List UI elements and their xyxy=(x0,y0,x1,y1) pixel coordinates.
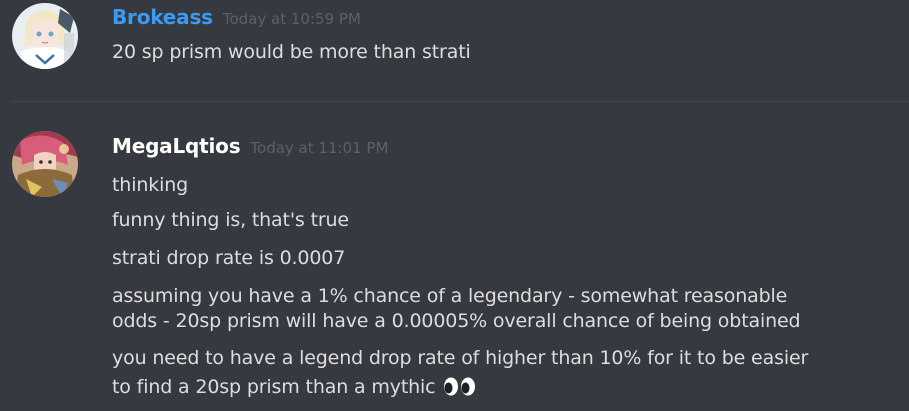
message-text: odds - 20sp prism will have a 0.00005% o… xyxy=(112,310,801,332)
message-header: Brokeass Today at 10:59 PM xyxy=(112,5,361,29)
message-text: to find a 20sp prism than a mythic xyxy=(112,376,436,398)
message-text: you need to have a legend drop rate of h… xyxy=(112,347,809,369)
username[interactable]: Brokeass xyxy=(112,5,213,29)
message-text: 20 sp prism would be more than strati xyxy=(112,41,471,63)
message-header: MegaLqtios Today at 11:01 PM xyxy=(112,134,388,158)
eyes-icon[interactable] xyxy=(443,377,477,396)
message-text: assuming you have a 1% chance of a legen… xyxy=(112,285,788,307)
message-divider xyxy=(12,101,909,102)
message-text-last: to find a 20sp prism than a mythic xyxy=(112,376,477,399)
timestamp: Today at 11:01 PM xyxy=(250,139,389,157)
message-text: thinking xyxy=(112,174,188,196)
avatar[interactable] xyxy=(12,131,78,197)
message-text: strati drop rate is 0.0007 xyxy=(112,247,346,269)
username[interactable]: MegaLqtios xyxy=(112,134,241,158)
timestamp: Today at 10:59 PM xyxy=(222,10,361,28)
message-text: funny thing is, that's true xyxy=(112,209,349,231)
avatar[interactable] xyxy=(12,3,78,69)
